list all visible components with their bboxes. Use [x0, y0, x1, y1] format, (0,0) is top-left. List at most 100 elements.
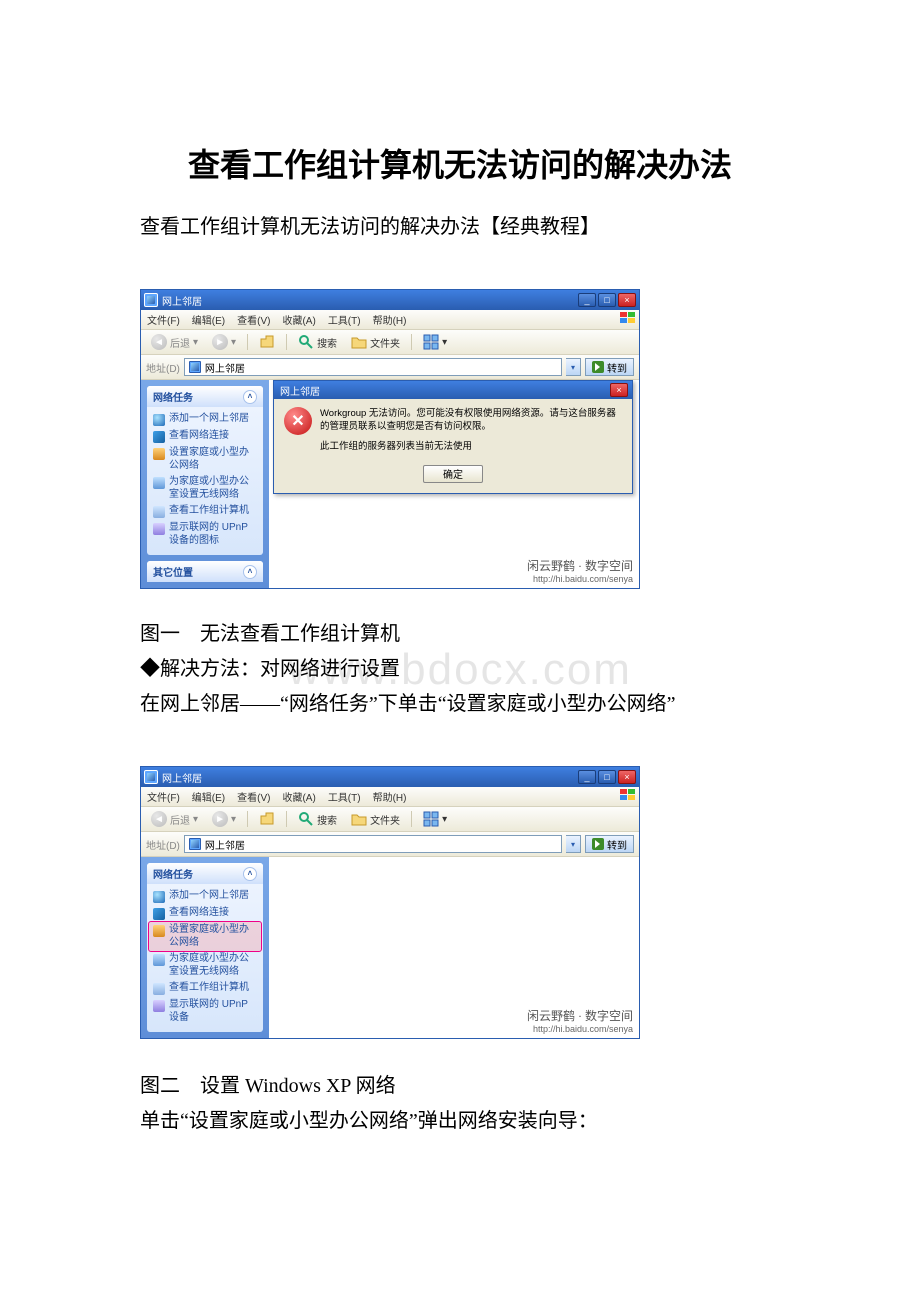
minimize-button[interactable]: _ [578, 770, 596, 784]
menu-tools[interactable]: 工具(T) [328, 789, 361, 804]
connections-icon [153, 908, 165, 920]
close-button[interactable]: × [618, 293, 636, 307]
menu-help[interactable]: 帮助(H) [373, 789, 407, 804]
network-tasks-header[interactable]: 网络任务 ˄ [147, 386, 263, 407]
task-view-workgroup[interactable]: 查看工作组计算机 [149, 980, 261, 997]
task-show-upnp[interactable]: 显示联网的 UPnP 设备的图标 [149, 520, 261, 549]
address-input[interactable]: 网上邻居 [184, 835, 562, 853]
figure2-caption: 图二 设置 Windows XP 网络 [140, 1069, 780, 1098]
task-setup-home-network[interactable]: 设置家庭或小型办公网络 [149, 445, 261, 474]
wireless-icon [153, 954, 165, 966]
close-button[interactable]: × [618, 770, 636, 784]
collapse-icon: ˄ [243, 565, 257, 579]
task-setup-wireless[interactable]: 为家庭或小型办公室设置无线网络 [149, 474, 261, 503]
address-dropdown[interactable]: ▾ [566, 835, 581, 853]
window-title: 网上邻居 [162, 293, 578, 308]
globe-icon [153, 414, 165, 426]
network-places-small-icon [189, 361, 201, 373]
document-subtitle: 查看工作组计算机无法访问的解决办法【经典教程】 [140, 210, 780, 239]
dialog-title-bar: 网上邻居 × [274, 381, 632, 399]
go-button[interactable]: 转到 [585, 358, 634, 376]
menu-file[interactable]: 文件(F) [147, 789, 180, 804]
network-places-small-icon [189, 838, 201, 850]
task-view-connections[interactable]: 查看网络连接 [149, 905, 261, 922]
dialog-ok-button[interactable]: 确定 [423, 465, 483, 483]
side-panel: 网络任务 ˄ 添加一个网上邻居 查看网络连接 设置家庭或小型办公网络 为家庭或小… [141, 380, 269, 588]
window-title: 网上邻居 [162, 770, 578, 785]
figure1-caption: 图一 无法查看工作组计算机 [140, 617, 780, 646]
step1-text: 在网上邻居——“网络任务”下单击“设置家庭或小型办公网络” [140, 687, 780, 716]
workgroup-icon [153, 983, 165, 995]
address-input[interactable]: 网上邻居 [184, 358, 562, 376]
windows-logo-icon [619, 311, 637, 326]
maximize-button[interactable]: □ [598, 293, 616, 307]
menu-file[interactable]: 文件(F) [147, 312, 180, 327]
error-icon: ✕ [284, 407, 312, 435]
menu-view[interactable]: 查看(V) [237, 312, 270, 327]
forward-button[interactable]: ► ▾ [207, 333, 241, 351]
home-network-icon [153, 925, 165, 937]
network-tasks-header[interactable]: 网络任务 ˄ [147, 863, 263, 884]
workgroup-icon [153, 506, 165, 518]
menu-bar: 文件(F) 编辑(E) 查看(V) 收藏(A) 工具(T) 帮助(H) [141, 310, 639, 330]
side-panel: 网络任务 ˄ 添加一个网上邻居 查看网络连接 设置家庭或小型办公网络 为家庭或小… [141, 857, 269, 1038]
folders-button[interactable]: 文件夹 [346, 333, 405, 351]
menu-help[interactable]: 帮助(H) [373, 312, 407, 327]
task-show-upnp[interactable]: 显示联网的 UPnP 设备 [149, 997, 261, 1026]
maximize-button[interactable]: □ [598, 770, 616, 784]
dialog-close-button[interactable]: × [610, 383, 628, 397]
address-label: 地址(D) [146, 360, 180, 375]
screenshot-2: 网上邻居 _ □ × 文件(F) 编辑(E) 查看(V) 收藏(A) 工具(T)… [140, 766, 640, 1039]
menu-favorites[interactable]: 收藏(A) [282, 312, 315, 327]
forward-button[interactable]: ► ▾ [207, 810, 241, 828]
task-add-network-place[interactable]: 添加一个网上邻居 [149, 888, 261, 905]
menu-bar: 文件(F) 编辑(E) 查看(V) 收藏(A) 工具(T) 帮助(H) [141, 787, 639, 807]
search-button[interactable]: 搜索 [293, 333, 342, 351]
folders-button[interactable]: 文件夹 [346, 810, 405, 828]
content-area: 网上邻居 × ✕ Workgroup 无法访问。您可能没有权限使用网络资源。请与… [269, 380, 639, 588]
views-button[interactable]: ▾ [418, 333, 452, 351]
back-button[interactable]: ◄后退 ▾ [146, 333, 203, 351]
menu-favorites[interactable]: 收藏(A) [282, 789, 315, 804]
views-button[interactable]: ▾ [418, 810, 452, 828]
signature-url: http://hi.baidu.com/senya [527, 574, 633, 584]
document-title: 查看工作组计算机无法访问的解决办法 [140, 140, 780, 186]
solution-heading: ◆解决方法：对网络进行设置 [140, 652, 780, 681]
go-arrow-icon [592, 838, 604, 850]
network-places-icon [144, 770, 158, 784]
menu-edit[interactable]: 编辑(E) [192, 312, 225, 327]
address-label: 地址(D) [146, 837, 180, 852]
go-arrow-icon [592, 361, 604, 373]
globe-icon [153, 891, 165, 903]
connections-icon [153, 431, 165, 443]
minimize-button[interactable]: _ [578, 293, 596, 307]
title-bar: 网上邻居 _ □ × [141, 290, 639, 310]
windows-logo-icon [619, 788, 637, 803]
error-dialog: 网上邻居 × ✕ Workgroup 无法访问。您可能没有权限使用网络资源。请与… [273, 380, 633, 494]
menu-edit[interactable]: 编辑(E) [192, 789, 225, 804]
address-dropdown[interactable]: ▾ [566, 358, 581, 376]
address-bar: 地址(D) 网上邻居 ▾ 转到 [141, 832, 639, 857]
toolbar: ◄后退 ▾ ► ▾ 搜索 文件夹 ▾ [141, 330, 639, 355]
dialog-message: Workgroup 无法访问。您可能没有权限使用网络资源。请与这台服务器的管理员… [320, 407, 622, 459]
up-button[interactable] [254, 333, 280, 351]
collapse-icon: ˄ [243, 390, 257, 404]
search-button[interactable]: 搜索 [293, 810, 342, 828]
home-network-icon [153, 448, 165, 460]
content-area: 闲云野鹤 · 数字空间 http://hi.baidu.com/senya [269, 857, 639, 1038]
go-button[interactable]: 转到 [585, 835, 634, 853]
menu-tools[interactable]: 工具(T) [328, 312, 361, 327]
wireless-icon [153, 477, 165, 489]
other-places-header[interactable]: 其它位置 ˄ [147, 561, 263, 582]
task-setup-home-network[interactable]: 设置家庭或小型办公网络 [149, 922, 261, 951]
task-view-connections[interactable]: 查看网络连接 [149, 428, 261, 445]
menu-view[interactable]: 查看(V) [237, 789, 270, 804]
task-add-network-place[interactable]: 添加一个网上邻居 [149, 411, 261, 428]
collapse-icon: ˄ [243, 867, 257, 881]
task-view-workgroup[interactable]: 查看工作组计算机 [149, 503, 261, 520]
up-button[interactable] [254, 810, 280, 828]
task-setup-wireless[interactable]: 为家庭或小型办公室设置无线网络 [149, 951, 261, 980]
back-button[interactable]: ◄后退 ▾ [146, 810, 203, 828]
screenshot-1: 网上邻居 _ □ × 文件(F) 编辑(E) 查看(V) 收藏(A) 工具(T)… [140, 289, 640, 589]
signature-cn: 闲云野鹤 · 数字空间 [527, 1007, 633, 1024]
